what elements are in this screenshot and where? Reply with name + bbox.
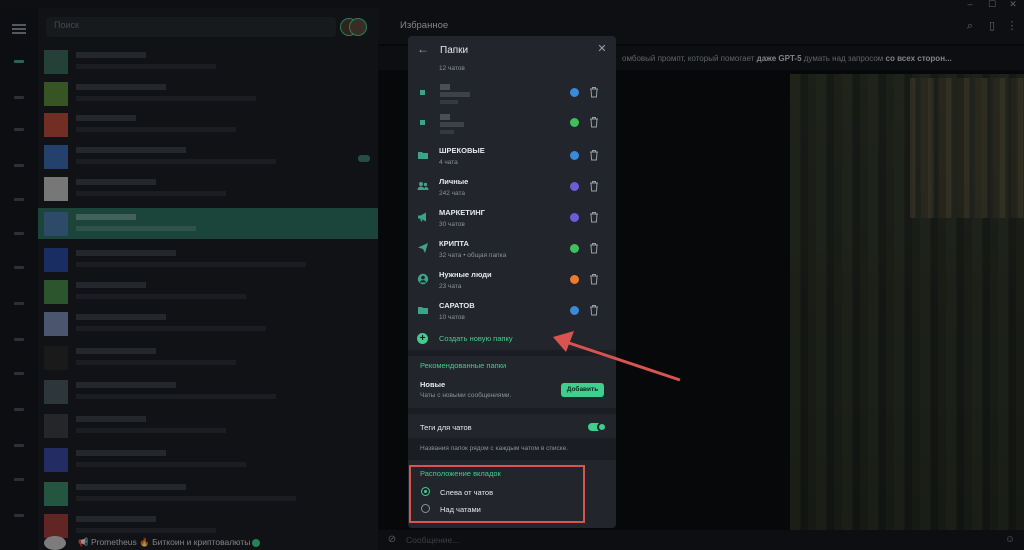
folder-row-blurred[interactable] bbox=[408, 78, 616, 108]
people-icon bbox=[417, 180, 429, 192]
recommended-folder-name: Новые bbox=[420, 380, 446, 389]
divider bbox=[408, 350, 616, 356]
person-icon bbox=[417, 273, 429, 285]
dialog-title: Папки bbox=[440, 45, 469, 56]
trash-icon[interactable] bbox=[589, 86, 599, 98]
folder-color-dot[interactable] bbox=[570, 118, 579, 127]
folder-name-blurred bbox=[440, 84, 450, 90]
folder-row[interactable]: Нужные люди 23 чата bbox=[408, 265, 616, 295]
highlight-box bbox=[409, 465, 585, 523]
trash-icon[interactable] bbox=[589, 180, 599, 192]
chat-tags-setting[interactable]: Теги для чатов bbox=[408, 416, 616, 438]
folder-name-blurred bbox=[440, 92, 470, 97]
toggle-knob bbox=[597, 422, 607, 432]
megaphone-icon bbox=[417, 211, 429, 223]
folders-dialog: ← Папки ✕ 12 чатов ШРЕКОВЫЕ 4 чата Личные 2… bbox=[408, 36, 616, 528]
folder-count: 10 чатов bbox=[439, 314, 465, 321]
trash-icon[interactable] bbox=[589, 116, 599, 128]
folder-count-blurred bbox=[440, 130, 454, 134]
folder-name: САРАТОВ bbox=[439, 301, 475, 310]
add-folder-button[interactable]: Добавить bbox=[561, 383, 604, 397]
trash-icon[interactable] bbox=[589, 242, 599, 254]
folder-count-blurred bbox=[440, 100, 458, 104]
create-folder-label: Создать новую папку bbox=[439, 334, 513, 343]
folder-color-dot[interactable] bbox=[570, 306, 579, 315]
trash-icon[interactable] bbox=[589, 211, 599, 223]
folder-color-dot[interactable] bbox=[570, 151, 579, 160]
create-folder-button[interactable]: + Создать новую папку bbox=[408, 328, 616, 350]
folder-icon bbox=[420, 120, 425, 125]
folder-color-dot[interactable] bbox=[570, 275, 579, 284]
folder-name: Нужные люди bbox=[439, 270, 492, 279]
chat-tags-desc: Названия папок рядом с каждым чатом в сп… bbox=[420, 445, 569, 452]
trash-icon[interactable] bbox=[589, 273, 599, 285]
chat-tags-toggle[interactable] bbox=[588, 422, 607, 432]
folder-icon bbox=[417, 149, 429, 161]
folder-name: МАРКЕТИНГ bbox=[439, 208, 485, 217]
folder-row-blurred[interactable] bbox=[408, 108, 616, 138]
folder-color-dot[interactable] bbox=[570, 244, 579, 253]
plus-icon: + bbox=[417, 333, 428, 344]
recommended-title: Рекомендованные папки bbox=[420, 361, 507, 370]
folder-color-dot[interactable] bbox=[570, 88, 579, 97]
folder-icon bbox=[417, 304, 429, 316]
folder-count: 32 чата • общая папка bbox=[439, 252, 507, 259]
folder-name: ШРЕКОВЫЕ bbox=[439, 146, 485, 155]
folder-row[interactable]: МАРКЕТИНГ 30 чатов bbox=[408, 203, 616, 233]
folder-count: 4 чата bbox=[439, 159, 458, 166]
folder-count: 242 чата bbox=[439, 190, 466, 197]
folder-icon bbox=[420, 90, 425, 95]
chat-tags-desc-block: Названия папок рядом с каждым чатом в сп… bbox=[408, 438, 616, 460]
send-icon bbox=[417, 242, 429, 254]
folder-name-blurred bbox=[440, 114, 450, 120]
folder-color-dot[interactable] bbox=[570, 213, 579, 222]
folder-name: Личные bbox=[439, 177, 469, 186]
folder-count-partial: 12 чатов bbox=[439, 65, 465, 72]
folder-row[interactable]: Личные 242 чата bbox=[408, 172, 616, 202]
chat-tags-label: Теги для чатов bbox=[420, 423, 472, 432]
folder-color-dot[interactable] bbox=[570, 182, 579, 191]
recommended-folder-desc: Чаты с новыми сообщениями. bbox=[420, 392, 512, 399]
dialog-header: ← Папки ✕ bbox=[408, 36, 616, 64]
folder-name: КРИПТА bbox=[439, 239, 469, 248]
folder-count: 30 чатов bbox=[439, 221, 465, 228]
folder-row[interactable]: САРАТОВ 10 чатов bbox=[408, 296, 616, 326]
folder-row[interactable]: КРИПТА 32 чата • общая папка bbox=[408, 234, 616, 264]
folder-row[interactable]: ШРЕКОВЫЕ 4 чата bbox=[408, 141, 616, 171]
back-arrow-icon[interactable]: ← bbox=[416, 42, 430, 56]
close-icon[interactable]: ✕ bbox=[596, 43, 608, 55]
trash-icon[interactable] bbox=[589, 304, 599, 316]
divider bbox=[408, 408, 616, 414]
folder-count: 23 чата bbox=[439, 283, 462, 290]
folder-name-blurred bbox=[440, 122, 464, 127]
trash-icon[interactable] bbox=[589, 149, 599, 161]
